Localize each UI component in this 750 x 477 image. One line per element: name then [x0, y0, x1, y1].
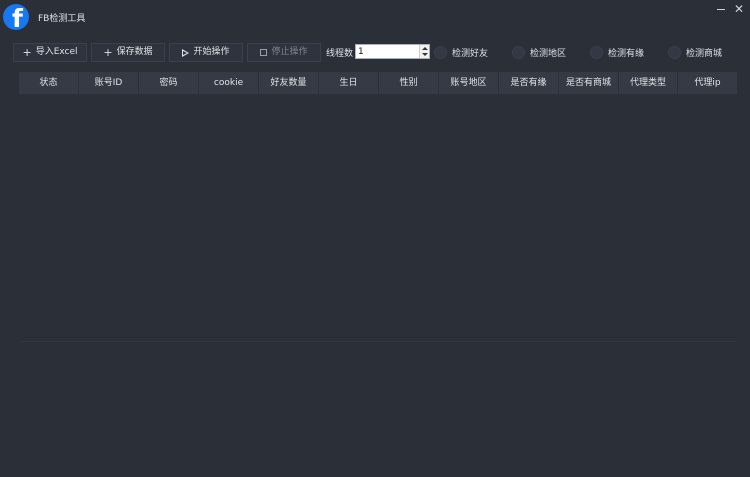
minimize-icon [717, 9, 725, 10]
spin-down-icon[interactable] [422, 53, 428, 56]
plus-icon: + [103, 46, 113, 59]
column-header-birthday[interactable]: 生日 [319, 72, 379, 94]
facebook-logo-icon: f [3, 4, 29, 30]
option-check-shop[interactable]: 检测商城 [668, 45, 722, 59]
radio-circle-icon[interactable] [512, 45, 525, 59]
stop-icon [260, 49, 268, 56]
data-table-header: 状态 账号ID 密码 cookie 好友数量 生日 性别 账号地区 是否有缘 是… [19, 72, 737, 94]
close-button[interactable]: ✕ [732, 2, 746, 16]
plus-icon: + [22, 46, 32, 59]
main-window: f FB检测工具 ✕ + 导入Excel + 保存数据 开始操作 停止操作 线程… [0, 0, 750, 477]
column-header-friend-count[interactable]: 好友数量 [259, 72, 319, 94]
option-check-region[interactable]: 检测地区 [512, 45, 566, 59]
column-header-proxy-ip[interactable]: 代理ip [678, 72, 737, 94]
toolbar: + 导入Excel + 保存数据 开始操作 停止操作 线程数 检测好友 [0, 43, 750, 63]
column-header-affinity[interactable]: 是否有缘 [499, 72, 559, 94]
thread-count-spinbox[interactable] [355, 44, 430, 59]
radio-circle-icon[interactable] [668, 45, 681, 59]
option-check-friends[interactable]: 检测好友 [434, 45, 488, 59]
close-icon: ✕ [733, 2, 745, 16]
column-header-password[interactable]: 密码 [139, 72, 199, 94]
play-icon [182, 48, 190, 57]
column-header-account-id[interactable]: 账号ID [79, 72, 139, 94]
minimize-button[interactable] [714, 2, 728, 16]
stop-button[interactable]: 停止操作 [247, 43, 321, 62]
column-header-account-region[interactable]: 账号地区 [439, 72, 499, 94]
start-button[interactable]: 开始操作 [169, 43, 243, 62]
save-data-button[interactable]: + 保存数据 [91, 43, 165, 62]
column-header-shop[interactable]: 是否有商城 [559, 72, 619, 94]
radio-circle-icon[interactable] [590, 45, 603, 59]
spin-up-icon[interactable] [422, 47, 428, 50]
window-title: FB检测工具 [38, 14, 86, 24]
radio-circle-icon[interactable] [434, 45, 447, 59]
thread-count-label: 线程数 [326, 49, 354, 59]
column-header-cookie[interactable]: cookie [199, 72, 259, 94]
column-header-proxy-type[interactable]: 代理类型 [619, 72, 678, 94]
column-header-status[interactable]: 状态 [19, 72, 79, 94]
spin-arrows[interactable] [419, 45, 429, 58]
divider [19, 341, 737, 342]
import-excel-button[interactable]: + 导入Excel [13, 43, 87, 62]
option-check-affinity[interactable]: 检测有缘 [590, 45, 644, 59]
thread-count-input[interactable] [356, 45, 419, 58]
column-header-gender[interactable]: 性别 [379, 72, 439, 94]
data-table-body[interactable] [19, 94, 737, 341]
title-bar: f FB检测工具 ✕ [0, 0, 750, 34]
